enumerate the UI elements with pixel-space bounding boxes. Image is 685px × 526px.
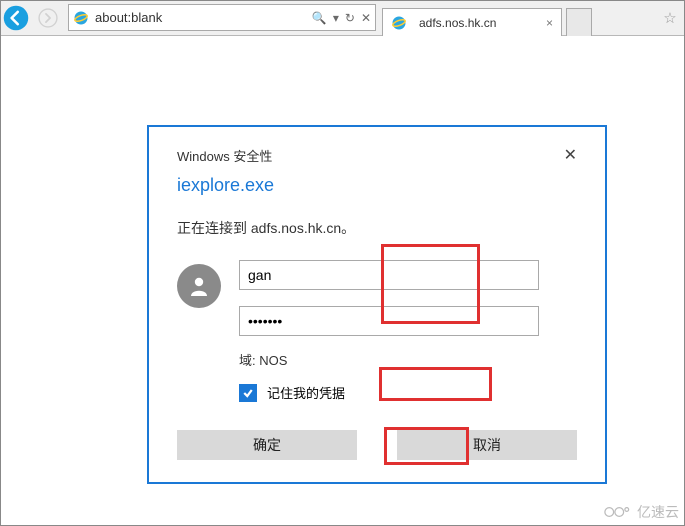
- credential-dialog: Windows 安全性 ✕ iexplore.exe 正在连接到 adfs.no…: [147, 125, 607, 484]
- tab-strip: adfs.nos.hk.cn ×: [382, 4, 592, 35]
- ie-icon: [73, 10, 89, 26]
- new-tab-button[interactable]: [566, 8, 592, 36]
- dialog-subtitle: iexplore.exe: [177, 175, 577, 196]
- watermark-text: 亿速云: [637, 502, 679, 522]
- back-button[interactable]: [0, 0, 32, 35]
- user-avatar-icon: [177, 264, 221, 308]
- forward-button[interactable]: [32, 0, 64, 35]
- stop-icon[interactable]: ✕: [361, 11, 371, 25]
- ok-button[interactable]: 确定: [177, 430, 357, 460]
- favorites-star-icon[interactable]: ☆: [661, 0, 685, 35]
- address-input[interactable]: [95, 5, 308, 30]
- cancel-button[interactable]: 取消: [397, 430, 577, 460]
- username-input[interactable]: [239, 260, 539, 290]
- dialog-close-icon[interactable]: ✕: [564, 145, 577, 165]
- dialog-title: Windows 安全性: [177, 146, 272, 165]
- browser-nav-bar: 🔍 ▾ ↻ ✕ adfs.nos.hk.cn × ☆: [0, 0, 685, 36]
- password-input[interactable]: [239, 306, 539, 336]
- remember-checkbox[interactable]: [239, 384, 257, 402]
- remember-label: 记住我的凭据: [267, 383, 345, 402]
- watermark: 亿速云: [603, 502, 679, 522]
- search-icon[interactable]: 🔍: [312, 11, 327, 25]
- remember-checkbox-row[interactable]: 记住我的凭据: [239, 383, 577, 402]
- close-tab-icon[interactable]: ×: [546, 16, 553, 30]
- dropdown-icon[interactable]: ▾: [333, 11, 339, 25]
- address-bar[interactable]: 🔍 ▾ ↻ ✕: [68, 4, 376, 31]
- ie-icon: [391, 15, 407, 31]
- tab-adfs[interactable]: adfs.nos.hk.cn ×: [382, 8, 562, 36]
- dialog-message: 正在连接到 adfs.nos.hk.cn。: [177, 218, 577, 238]
- tab-label: adfs.nos.hk.cn: [419, 16, 496, 30]
- refresh-icon[interactable]: ↻: [345, 11, 355, 25]
- domain-label: 域: NOS: [239, 350, 577, 369]
- address-tools: 🔍 ▾ ↻ ✕: [308, 11, 371, 25]
